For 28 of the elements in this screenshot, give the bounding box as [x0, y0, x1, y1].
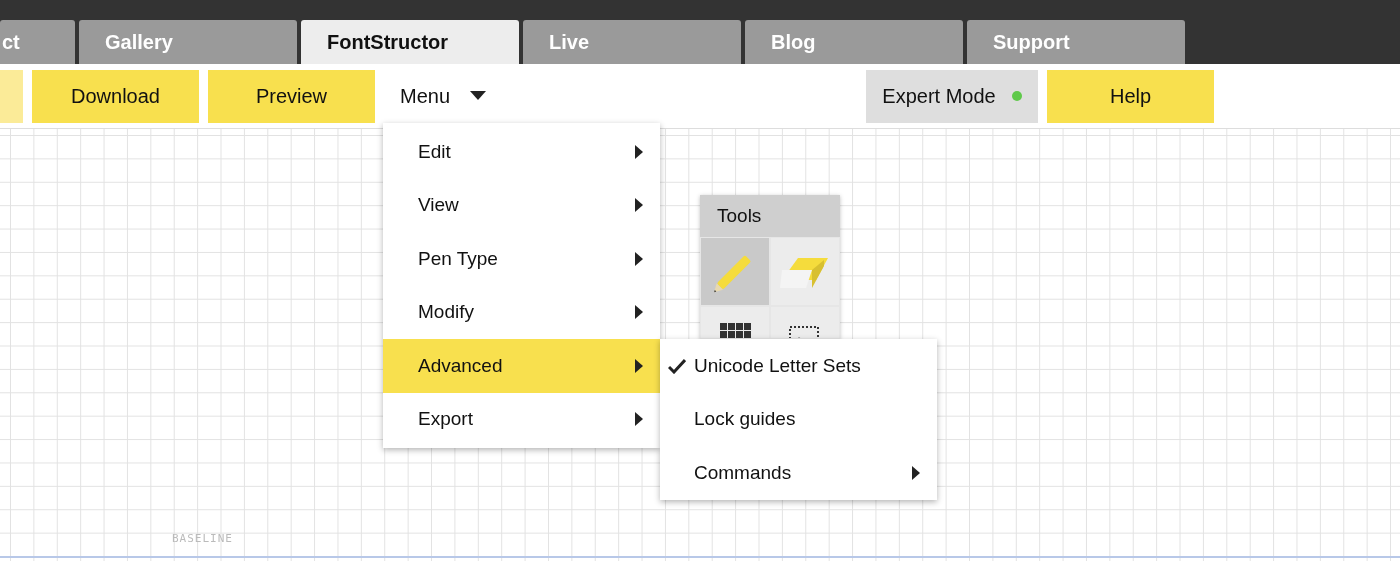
grid-icon	[719, 323, 751, 338]
menu-item[interactable]: Pen Type	[383, 232, 660, 286]
submenu-arrow-icon	[635, 144, 643, 159]
toolbar-button[interactable]	[0, 69, 23, 123]
submenu-arrow-icon	[635, 305, 643, 320]
tool-button[interactable]	[701, 307, 769, 338]
help-button[interactable]: Help	[1047, 69, 1215, 123]
menu-item[interactable]: Lock guides	[660, 392, 937, 446]
menu-item[interactable]: Commands	[660, 446, 937, 500]
menu-item[interactable]: View	[383, 178, 660, 232]
submenu-arrow-icon	[635, 412, 643, 427]
menu-item[interactable]: Modify	[383, 285, 660, 339]
menu-item[interactable]: Advanced	[383, 339, 660, 393]
expert-mode-button[interactable]: Expert Mode	[866, 69, 1039, 123]
menu-item[interactable]: Edit	[383, 125, 660, 179]
baseline-label: BASELINE	[172, 532, 233, 545]
submenu-arrow-icon	[635, 198, 643, 213]
toolbar-button[interactable]: Download	[32, 69, 199, 123]
tool-button[interactable]	[771, 307, 839, 338]
caret-icon	[470, 91, 487, 101]
menu-button[interactable]: Menu	[390, 69, 497, 123]
nav-tab[interactable]: FontStructor	[301, 20, 519, 64]
submenu-arrow-icon	[635, 251, 643, 266]
toolbar-button[interactable]: Preview	[208, 69, 375, 123]
menu-item[interactable]: Unicode Letter Sets	[660, 339, 937, 393]
menu-item[interactable]: Export	[383, 392, 660, 446]
submenu-arrow-icon	[635, 358, 643, 373]
panel-title: Tools	[700, 195, 840, 237]
